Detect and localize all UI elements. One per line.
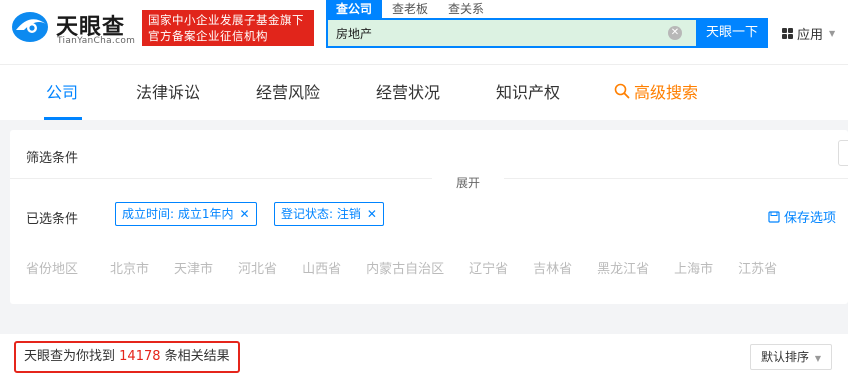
selected-conditions-label: 已选条件 bbox=[26, 212, 79, 227]
search-tab-relation[interactable]: 查关系 bbox=[438, 0, 494, 18]
official-badge: 国家中小企业发展子基金旗下 官方备案企业征信机构 bbox=[142, 10, 314, 46]
nav-advanced-search[interactable]: 高级搜索 bbox=[614, 79, 698, 103]
filter-panel: 筛选条件 已选条件 成立时间: 成立1年内 ✕ 登记状态: 注销 ✕ 保存选项 … bbox=[10, 130, 848, 304]
save-options-label: 保存选项 bbox=[784, 211, 837, 226]
save-icon bbox=[768, 210, 780, 223]
chip-label: 登记状态: 注销 bbox=[281, 207, 361, 221]
close-icon[interactable]: ✕ bbox=[367, 203, 377, 225]
region-item[interactable]: 内蒙古自治区 bbox=[366, 258, 444, 277]
active-tab-underline bbox=[44, 117, 82, 120]
category-nav: 公司 法律诉讼 经营风险 经营状况 知识产权 高级搜索 bbox=[0, 64, 848, 120]
search-tab-boss[interactable]: 查老板 bbox=[382, 0, 438, 18]
tianyancha-logo-icon[interactable] bbox=[10, 10, 52, 44]
search-box: ✕ 天眼一下 bbox=[326, 18, 768, 48]
search-tabs: 查公司 查老板 查关系 bbox=[326, 0, 494, 18]
badge-line-2: 官方备案企业征信机构 bbox=[148, 29, 268, 43]
region-item[interactable]: 江苏省 bbox=[738, 258, 777, 277]
chevron-down-icon: ▼ bbox=[814, 354, 821, 363]
chip-label: 成立时间: 成立1年内 bbox=[122, 207, 234, 221]
search-button[interactable]: 天眼一下 bbox=[696, 18, 768, 48]
logo-subtitle: TianYanCha.com bbox=[57, 36, 136, 46]
clear-search-icon[interactable]: ✕ bbox=[668, 26, 682, 40]
result-suffix: 条相关结果 bbox=[164, 349, 230, 364]
advanced-search-label: 高级搜索 bbox=[634, 83, 699, 102]
region-item[interactable]: 山西省 bbox=[302, 258, 341, 277]
nav-tab-operations[interactable]: 经营状况 bbox=[376, 79, 440, 103]
region-filter-row: 省份地区 北京市 天津市 河北省 山西省 内蒙古自治区 辽宁省 吉林省 黑龙江省… bbox=[26, 258, 777, 277]
region-item[interactable]: 辽宁省 bbox=[469, 258, 508, 277]
search-icon bbox=[614, 83, 630, 99]
sort-label: 默认排序 bbox=[761, 350, 810, 364]
region-item[interactable]: 上海市 bbox=[674, 258, 713, 277]
close-icon[interactable]: ✕ bbox=[240, 203, 250, 225]
region-item[interactable]: 黑龙江省 bbox=[597, 258, 649, 277]
search-tab-company[interactable]: 查公司 bbox=[326, 0, 383, 18]
filter-chip-registration-status[interactable]: 登记状态: 注销 ✕ bbox=[274, 202, 384, 226]
divider bbox=[10, 178, 848, 179]
filter-title: 筛选条件 bbox=[26, 151, 79, 166]
result-prefix: 天眼查为你找到 bbox=[24, 349, 116, 364]
sort-dropdown[interactable]: 默认排序 ▼ bbox=[750, 344, 832, 370]
badge-line-1: 国家中小企业发展子基金旗下 bbox=[148, 13, 304, 27]
nav-tab-ip[interactable]: 知识产权 bbox=[496, 79, 560, 103]
expand-filters-button[interactable]: 展开 bbox=[432, 172, 504, 196]
result-number: 14178 bbox=[119, 349, 161, 364]
panel-side-control[interactable] bbox=[838, 140, 848, 166]
apps-label: 应用 bbox=[797, 28, 824, 43]
apps-menu[interactable]: 应用 ▼ bbox=[782, 24, 835, 43]
region-item[interactable]: 河北省 bbox=[238, 258, 277, 277]
header: 天眼查 TianYanCha.com 国家中小企业发展子基金旗下 官方备案企业征… bbox=[0, 0, 848, 64]
nav-tab-risk[interactable]: 经营风险 bbox=[256, 79, 320, 103]
nav-tab-legal[interactable]: 法律诉讼 bbox=[136, 79, 200, 103]
region-item[interactable]: 吉林省 bbox=[533, 258, 572, 277]
region-item[interactable]: 北京市 bbox=[110, 258, 149, 277]
region-item[interactable]: 天津市 bbox=[174, 258, 213, 277]
result-count: 天眼查为你找到 14178 条相关结果 bbox=[14, 341, 240, 373]
save-options-button[interactable]: 保存选项 bbox=[768, 207, 836, 226]
apps-grid-icon bbox=[782, 28, 793, 39]
chevron-down-icon: ▼ bbox=[829, 29, 836, 38]
region-label: 省份地区 bbox=[26, 262, 79, 277]
search-input[interactable] bbox=[336, 20, 666, 46]
nav-tab-company[interactable]: 公司 bbox=[46, 79, 78, 103]
filter-chip-founded-time[interactable]: 成立时间: 成立1年内 ✕ bbox=[115, 202, 257, 226]
result-bar: 天眼查为你找到 14178 条相关结果 默认排序 ▼ bbox=[0, 334, 848, 377]
